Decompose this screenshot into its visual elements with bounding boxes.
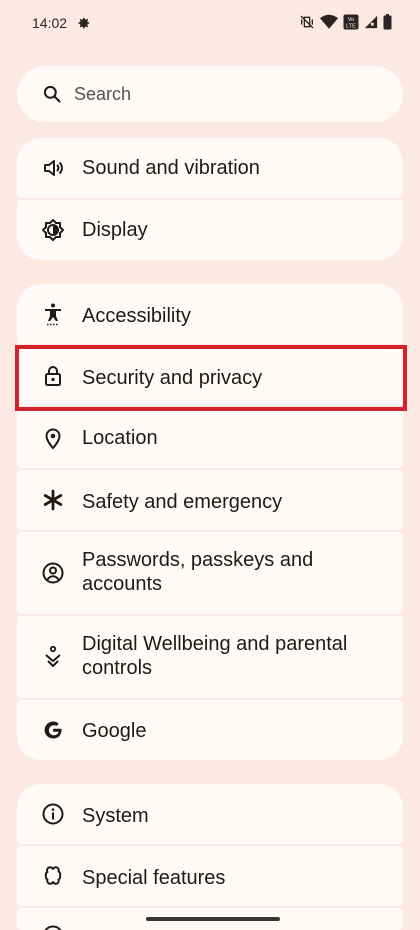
settings-item-accessibility[interactable]: Accessibility: [17, 284, 403, 344]
search-bar[interactable]: Search: [17, 66, 403, 122]
home-indicator[interactable]: [146, 917, 280, 921]
wifi-icon: [320, 14, 338, 29]
settings-item-label: Google: [82, 720, 147, 742]
asterisk-icon: [43, 489, 63, 511]
battery-icon: [383, 14, 392, 30]
partial-item-icon: [44, 925, 62, 930]
settings-item-safety[interactable]: Safety and emergency: [17, 470, 403, 530]
settings-item-label: System: [82, 805, 149, 827]
vibrate-off-icon: [300, 15, 314, 29]
settings-item-label: Security and privacy: [82, 367, 263, 389]
settings-item-label: Passwords, passkeys and accounts: [82, 549, 314, 595]
lock-icon: [45, 366, 61, 386]
volte-icon: Vo LTE: [343, 14, 359, 30]
settings-item-label: Display: [82, 219, 148, 241]
wellbeing-icon: [45, 645, 61, 667]
settings-group-device: Sound and vibration Display: [17, 138, 403, 260]
settings-item-system[interactable]: System: [17, 784, 403, 844]
search-label: Search: [74, 84, 132, 104]
special-features-icon: [44, 866, 62, 885]
settings-item-display[interactable]: Display: [17, 200, 403, 260]
speaker-icon: [44, 160, 63, 176]
location-pin-icon: [45, 428, 61, 450]
settings-item-security[interactable]: Security and privacy: [17, 346, 403, 406]
settings-item-google[interactable]: Google: [17, 700, 403, 760]
search-icon: [43, 85, 61, 103]
account-circle-icon: [42, 562, 64, 584]
settings-item-special-features[interactable]: Special features: [17, 846, 403, 906]
status-icons: Vo LTE: [299, 14, 392, 30]
settings-item-label: Accessibility: [82, 305, 191, 327]
svg-text:Vo: Vo: [348, 17, 354, 23]
settings-item-label: Safety and emergency: [82, 491, 283, 513]
signal-icon: [364, 15, 378, 29]
settings-item-passwords[interactable]: Passwords, passkeys and accounts: [17, 532, 403, 614]
status-bar: 14:02 Vo LTE: [0, 0, 420, 46]
settings-item-label: Digital Wellbeing and parental controls: [82, 633, 348, 679]
brightness-icon: [42, 219, 64, 241]
settings-item-wellbeing[interactable]: Digital Wellbeing and parental controls: [17, 616, 403, 698]
google-g-icon: [44, 721, 62, 739]
svg-text:LTE: LTE: [346, 24, 356, 30]
settings-item-label: Sound and vibration: [82, 157, 260, 179]
settings-group-personal: Accessibility Security and privacy Locat…: [17, 284, 403, 760]
accessibility-icon: [45, 303, 61, 326]
settings-gear-icon: [78, 17, 90, 29]
settings-group-system: System Special features: [17, 784, 403, 930]
status-time: 14:02: [32, 15, 68, 31]
info-icon: [42, 803, 64, 825]
settings-item-label: Special features: [82, 867, 226, 889]
settings-item-sound[interactable]: Sound and vibration: [17, 138, 403, 198]
settings-item-location[interactable]: Location: [17, 408, 403, 468]
settings-item-label: Location: [82, 427, 158, 449]
